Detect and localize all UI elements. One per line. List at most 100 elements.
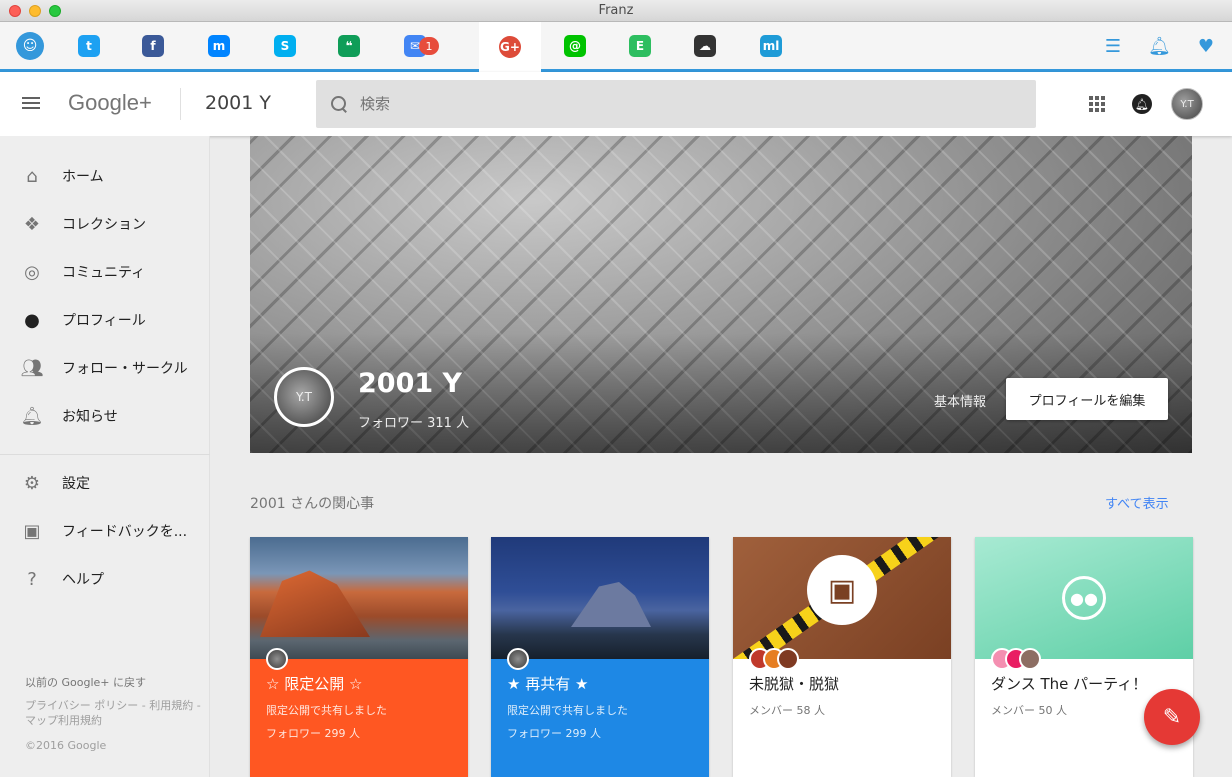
feedback-icon: ▣ bbox=[23, 520, 41, 542]
franz-logo-icon[interactable]: ☺ bbox=[16, 32, 44, 60]
facebook-icon: f bbox=[142, 34, 164, 57]
nav-item-profile[interactable]: ● プロフィール bbox=[0, 298, 210, 342]
card-title: ★ 再共有 ★ bbox=[507, 675, 589, 693]
service-tab-bar: ☺ t f m S ❝ ✉ 1 G+ @ E ☁ ml ☰ 🔔︎ ♥ bbox=[0, 22, 1232, 72]
service-tab-twitter[interactable]: t bbox=[58, 22, 120, 69]
page-title: 2001 Y bbox=[205, 92, 271, 114]
community-card[interactable]: ▣ 未脱獄・脱獄 メンバー 58 人 bbox=[733, 537, 951, 777]
heart-icon[interactable]: ♥ bbox=[1198, 36, 1214, 57]
profile-cover: Y.T 2001 Y フォロワー 311 人 基本情報 プロフィールを編集 bbox=[250, 136, 1192, 453]
service-tab-messenger[interactable]: m bbox=[188, 22, 250, 69]
service-tab-skype[interactable]: S bbox=[254, 22, 316, 69]
card-title: 未脱獄・脱獄 bbox=[749, 675, 840, 693]
bell-icon: 🔔︎ bbox=[20, 405, 44, 427]
gear-icon: ⚙ bbox=[23, 472, 41, 494]
collection-card[interactable]: ★ 再共有 ★ 限定公開で共有しました フォロワー 299 人 bbox=[491, 537, 709, 777]
interests-title: 2001 さんの関心事 bbox=[250, 496, 375, 512]
nav-item-label: コレクション bbox=[62, 217, 146, 233]
member-avatars bbox=[991, 648, 1041, 670]
nav-item-label: コミュニティ bbox=[62, 265, 146, 281]
owner-avatar bbox=[266, 648, 288, 670]
member-avatars bbox=[749, 648, 799, 670]
nav-item-collections[interactable]: ❖ コレクション bbox=[0, 202, 210, 246]
nav-item-home[interactable]: ⌂ ホーム bbox=[0, 154, 210, 198]
package-icon: ▣ bbox=[807, 555, 877, 625]
account-avatar[interactable]: Y.T bbox=[1171, 88, 1203, 120]
profile-name: 2001 Y bbox=[358, 368, 463, 399]
twitter-icon: t bbox=[78, 34, 100, 57]
profile-avatar[interactable]: Y.T bbox=[274, 367, 334, 427]
nav-item-notifications[interactable]: 🔔︎ お知らせ bbox=[0, 394, 210, 438]
search-icon bbox=[330, 95, 348, 113]
communities-icon: ◎ bbox=[24, 261, 40, 283]
unread-badge: 1 bbox=[419, 37, 439, 55]
menu-icon[interactable]: ☰ bbox=[1105, 36, 1121, 57]
skype-icon: S bbox=[274, 34, 296, 57]
hangouts-icon: ❝ bbox=[338, 34, 360, 57]
card-followers: フォロワー 299 人 bbox=[507, 727, 601, 740]
service-tab-inbox[interactable]: ✉ 1 bbox=[384, 22, 446, 69]
collections-icon: ❖ bbox=[23, 213, 41, 235]
collection-card[interactable]: ☆ 限定公開 ☆ 限定公開で共有しました フォロワー 299 人 bbox=[250, 537, 468, 777]
service-tab-hangouts[interactable]: ❝ bbox=[318, 22, 380, 69]
googleplus-header: Google+ 2001 Y 🔔︎ Y.T bbox=[0, 72, 1232, 136]
window-title: Franz bbox=[598, 3, 634, 18]
franz-toolbar: ☰ 🔔︎ ♥ bbox=[1105, 36, 1214, 57]
nav-item-help[interactable]: ? ヘルプ bbox=[0, 557, 210, 601]
search-bar[interactable] bbox=[316, 80, 1036, 128]
notifications-bell-icon[interactable]: 🔔︎ bbox=[1148, 36, 1171, 57]
nav-item-communities[interactable]: ◎ コミュニティ bbox=[0, 250, 210, 294]
about-link[interactable]: 基本情報 bbox=[934, 391, 986, 410]
nav-item-label: 設定 bbox=[62, 476, 90, 492]
nav-divider bbox=[0, 454, 210, 455]
nav-item-label: ホーム bbox=[62, 169, 104, 185]
apps-grid-icon[interactable] bbox=[1089, 96, 1105, 112]
community-icon: ●● bbox=[1062, 576, 1106, 620]
help-icon: ? bbox=[27, 568, 37, 590]
search-input[interactable] bbox=[360, 95, 960, 113]
googleplus-logo[interactable]: Google+ bbox=[68, 90, 152, 116]
card-image bbox=[491, 537, 709, 659]
nav-item-label: ヘルプ bbox=[62, 572, 104, 588]
hamburger-menu-icon[interactable] bbox=[22, 94, 42, 114]
service-tab-evernote[interactable]: E bbox=[609, 22, 671, 69]
profile-icon: ● bbox=[24, 309, 40, 331]
edit-profile-button[interactable]: プロフィールを編集 bbox=[1006, 378, 1168, 420]
service-tab-line[interactable]: @ bbox=[544, 22, 606, 69]
service-tab-googleplus[interactable]: G+ bbox=[479, 22, 541, 72]
nav-item-label: お知らせ bbox=[62, 409, 118, 425]
notifications-icon[interactable]: 🔔︎ bbox=[1132, 94, 1152, 114]
evernote-icon: E bbox=[629, 34, 651, 57]
card-members: メンバー 58 人 bbox=[749, 704, 825, 717]
card-image: ●● bbox=[975, 537, 1193, 659]
card-followers: フォロワー 299 人 bbox=[266, 727, 360, 740]
see-all-link[interactable]: すべて表示 bbox=[1105, 493, 1169, 512]
card-members: メンバー 50 人 bbox=[991, 704, 1067, 717]
service-tab-facebook[interactable]: f bbox=[122, 22, 184, 69]
service-tab-mastodon[interactable]: ml bbox=[740, 22, 802, 69]
copyright: ©2016 Google bbox=[25, 739, 107, 752]
service-tab-icloud[interactable]: ☁ bbox=[674, 22, 736, 69]
home-icon: ⌂ bbox=[26, 165, 38, 187]
policy-links[interactable]: プライバシー ポリシー - 利用規約 - マップ利用規約 bbox=[25, 698, 210, 728]
profile-followers[interactable]: フォロワー 311 人 bbox=[358, 412, 469, 431]
messenger-icon: m bbox=[208, 34, 230, 57]
nav-item-feedback[interactable]: ▣ フィードバックを... bbox=[0, 509, 210, 553]
card-image bbox=[250, 537, 468, 659]
line-icon: @ bbox=[564, 34, 586, 57]
card-subtitle: 限定公開で共有しました bbox=[507, 704, 628, 717]
ml-icon: ml bbox=[760, 34, 782, 57]
pencil-icon: ✎ bbox=[1162, 704, 1182, 730]
googleplus-icon: G+ bbox=[499, 36, 521, 58]
compose-button[interactable]: ✎ bbox=[1144, 689, 1200, 745]
card-subtitle: 限定公開で共有しました bbox=[266, 704, 387, 717]
nav-item-people[interactable]: 👥︎ フォロー・サークル bbox=[0, 346, 210, 390]
nav-item-label: フィードバックを... bbox=[62, 524, 188, 540]
nav-item-settings[interactable]: ⚙ 設定 bbox=[0, 461, 210, 505]
classic-googleplus-link[interactable]: 以前の Google+ に戻す bbox=[25, 675, 210, 690]
nav-item-label: フォロー・サークル bbox=[62, 361, 188, 377]
owner-avatar bbox=[507, 648, 529, 670]
icloud-icon: ☁ bbox=[694, 34, 716, 57]
people-icon: 👥︎ bbox=[20, 357, 44, 379]
header-divider bbox=[180, 88, 181, 120]
